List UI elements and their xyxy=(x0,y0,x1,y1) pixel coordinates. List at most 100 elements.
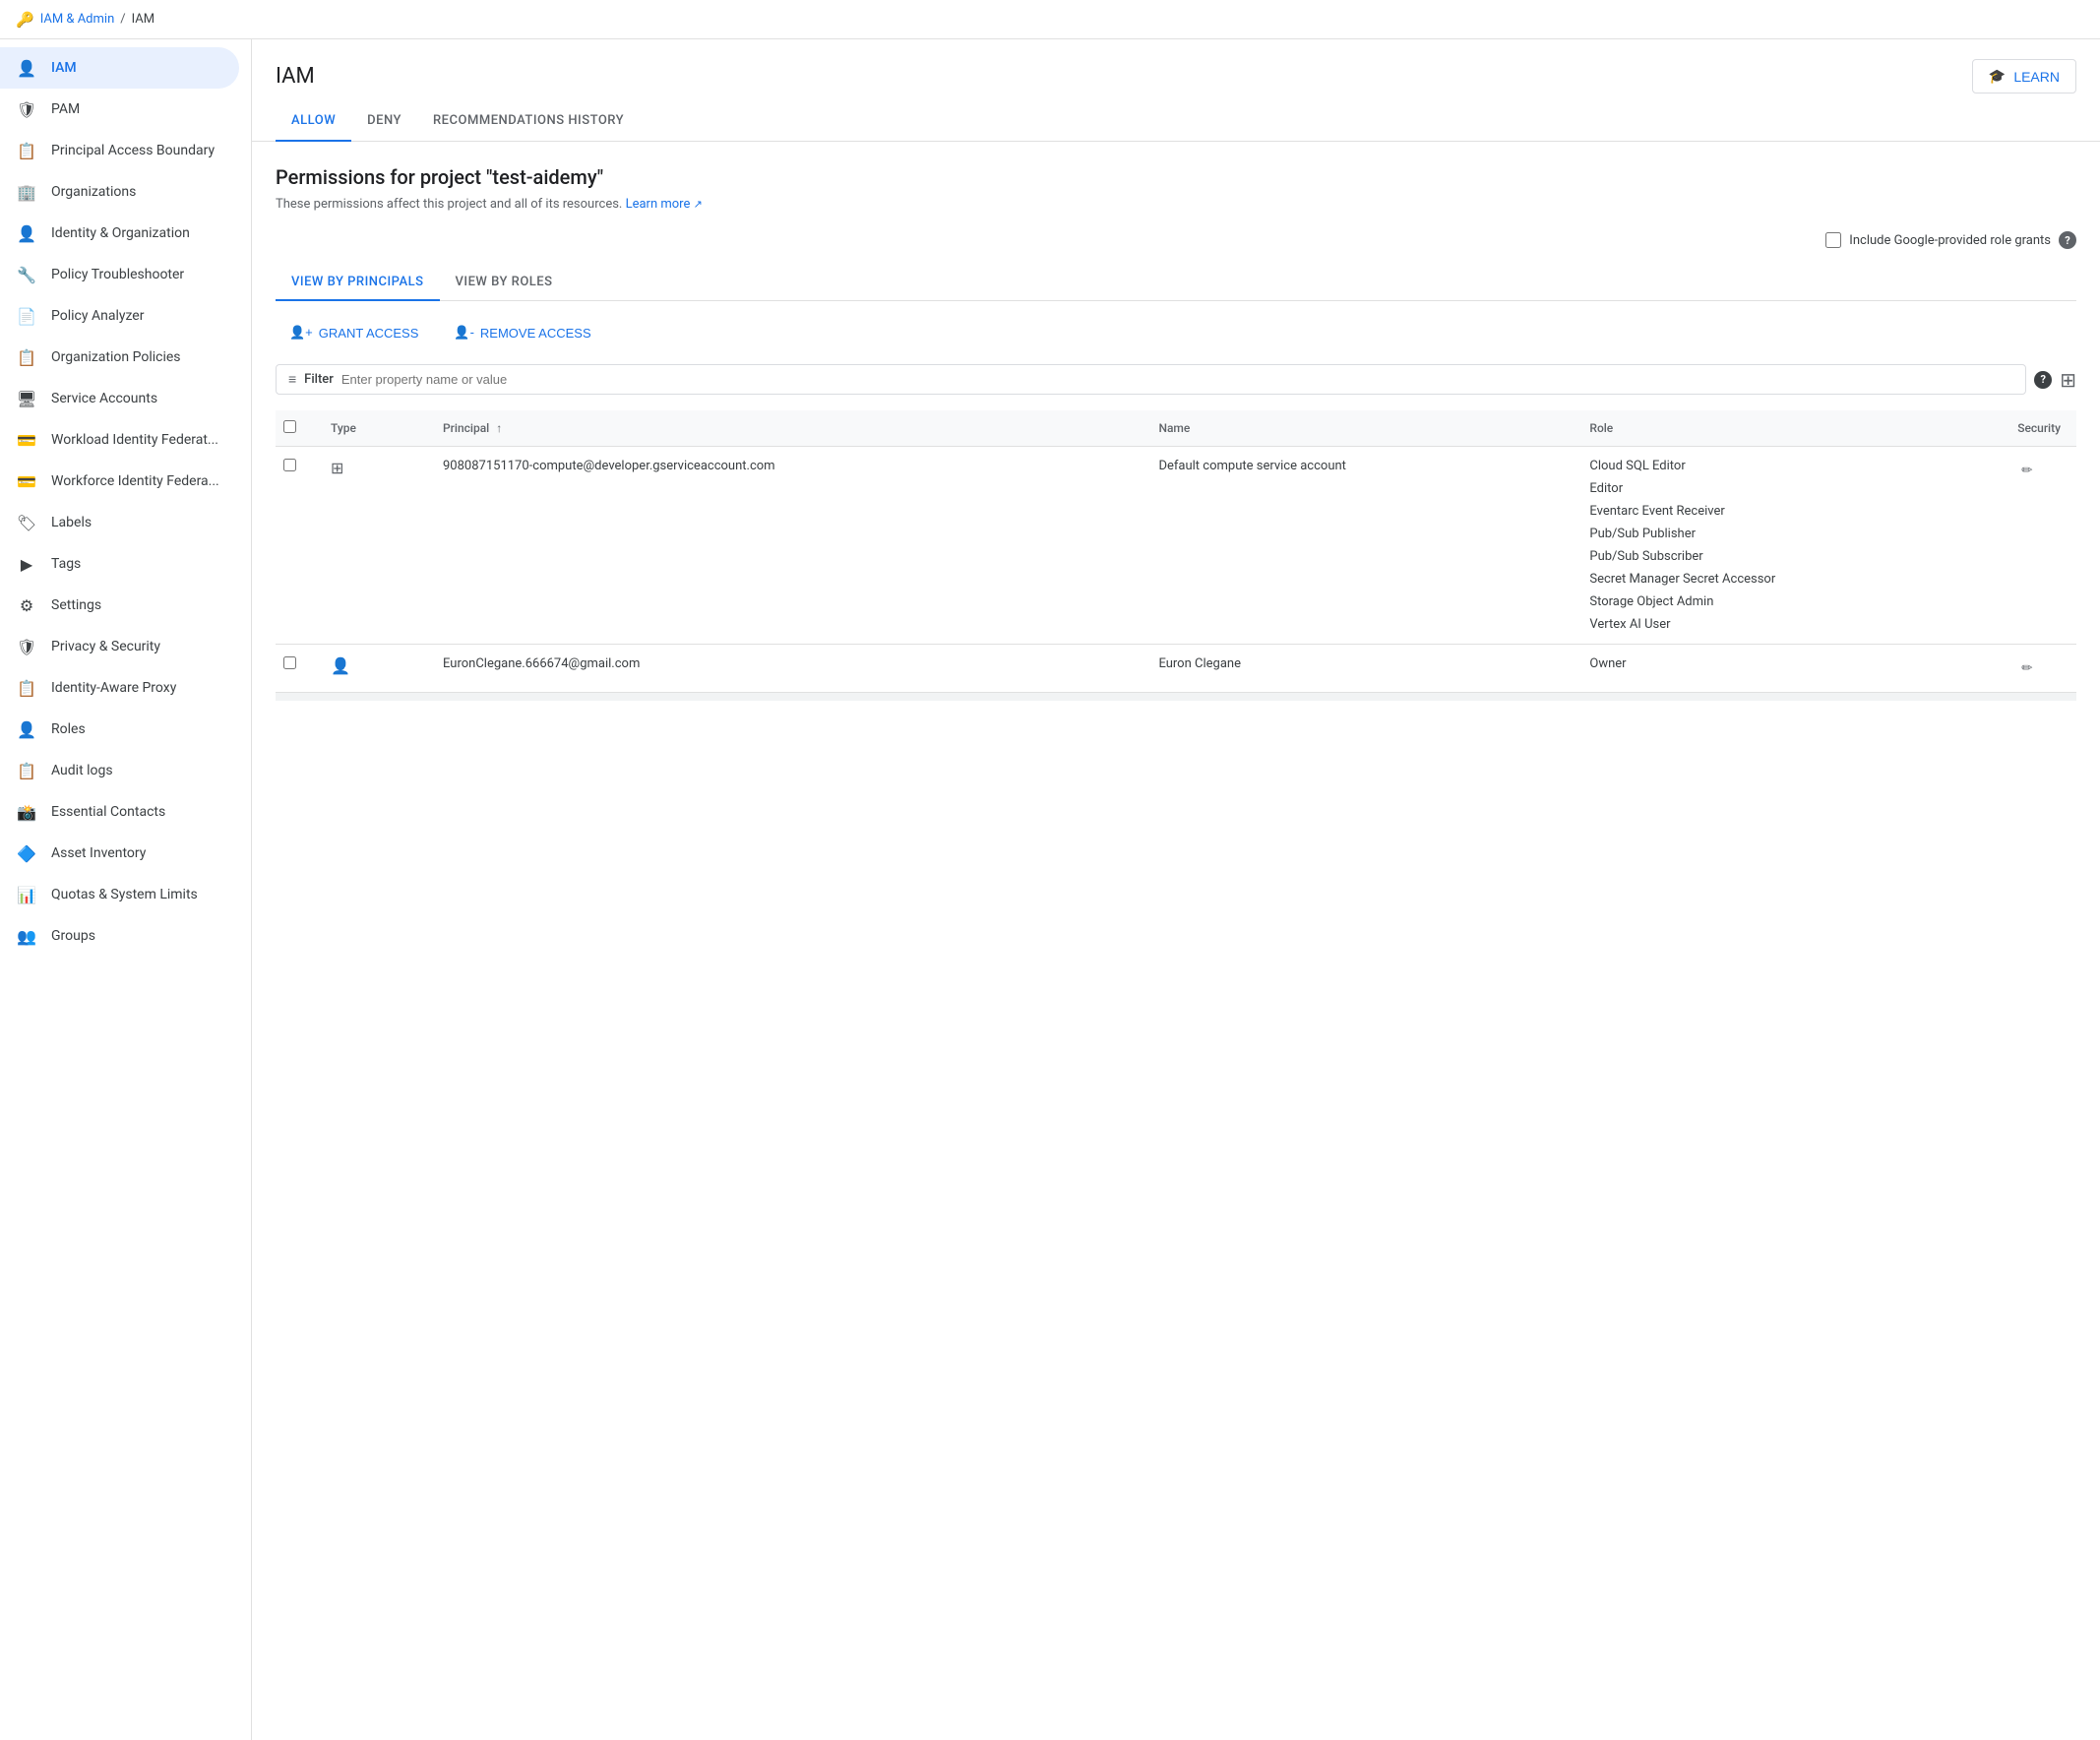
asset-inventory-icon: 🔷 xyxy=(16,842,37,864)
sidebar-item-label-principal-access-boundary: Principal Access Boundary xyxy=(51,143,215,158)
service-account-icon: ⊞ xyxy=(331,459,343,477)
include-grants-row: Include Google-provided role grants ? xyxy=(276,231,2076,249)
sidebar-item-privacy-security[interactable]: 🛡Privacy & Security xyxy=(0,626,239,667)
sidebar-item-workload-identity-federation[interactable]: 💳Workload Identity Federat... xyxy=(0,419,239,461)
sidebar-item-groups[interactable]: 👥Groups xyxy=(0,915,239,957)
sidebar-item-label-organization-policies: Organization Policies xyxy=(51,349,181,365)
sidebar-item-tags[interactable]: ▶Tags xyxy=(0,543,239,585)
sidebar-item-iam[interactable]: 👤IAM xyxy=(0,47,239,89)
content-area: Permissions for project "test-aidemy" Th… xyxy=(252,142,2100,724)
row-principal-0: 908087151170-compute@developer.gservicea… xyxy=(427,447,1143,645)
sidebar-item-label-organizations: Organizations xyxy=(51,184,136,200)
table-help-icon[interactable]: ? xyxy=(2034,371,2052,389)
principals-table: Type Principal ↑ Name Role Security ⊞908… xyxy=(276,410,2076,693)
external-link-icon: ↗ xyxy=(694,198,703,211)
breadcrumb-iam-admin[interactable]: IAM & Admin xyxy=(40,12,115,27)
sidebar-item-organizations[interactable]: 🏢Organizations xyxy=(0,171,239,213)
remove-access-button[interactable]: 👤- REMOVE ACCESS xyxy=(440,317,604,348)
filter-row: ≡ Filter xyxy=(276,364,2026,395)
include-grants-label[interactable]: Include Google-provided role grants xyxy=(1849,233,2051,248)
roles-icon: 👤 xyxy=(16,718,37,740)
sidebar-item-pam[interactable]: 🛡PAM xyxy=(0,89,239,130)
select-all-checkbox[interactable] xyxy=(283,420,296,433)
sidebar-item-roles[interactable]: 👤Roles xyxy=(0,709,239,750)
sidebar-item-label-identity-organization: Identity & Organization xyxy=(51,225,190,241)
grant-access-button[interactable]: 👤+ GRANT ACCESS xyxy=(276,317,432,348)
sidebar-item-workforce-identity-federation[interactable]: 💳Workforce Identity Federa... xyxy=(0,461,239,502)
sidebar-item-essential-contacts[interactable]: 📸Essential Contacts xyxy=(0,791,239,833)
learn-button[interactable]: 🎓 LEARN xyxy=(1972,59,2076,93)
sidebar-item-policy-analyzer[interactable]: 📄Policy Analyzer xyxy=(0,295,239,337)
tab-recommendations-history[interactable]: RECOMMENDATIONS HISTORY xyxy=(417,101,640,142)
table-scrollbar[interactable] xyxy=(276,693,2076,701)
sidebar-item-label-audit-logs: Audit logs xyxy=(51,763,113,778)
sidebar-item-asset-inventory[interactable]: 🔷Asset Inventory xyxy=(0,833,239,874)
sidebar-item-label-policy-analyzer: Policy Analyzer xyxy=(51,308,144,324)
role-item-0-0: Cloud SQL Editor xyxy=(1589,459,1986,473)
sidebar-item-policy-troubleshooter[interactable]: 🔧Policy Troubleshooter xyxy=(0,254,239,295)
row-checkbox-0[interactable] xyxy=(283,459,296,471)
breadcrumb-iam: IAM xyxy=(132,12,154,27)
sidebar-item-audit-logs[interactable]: 📋 Audit logs xyxy=(0,750,239,791)
th-type: Type xyxy=(315,410,427,447)
sidebar-item-label-groups: Groups xyxy=(51,928,95,944)
sidebar-item-identity-organization[interactable]: 👤Identity & Organization xyxy=(0,213,239,254)
sidebar-item-labels[interactable]: 🏷Labels xyxy=(0,502,239,543)
role-item-0-5: Secret Manager Secret Accessor xyxy=(1589,572,1986,587)
th-principal: Principal ↑ xyxy=(427,410,1143,447)
audit-logs-icon: 📋 xyxy=(16,760,37,781)
graduation-icon: 🎓 xyxy=(1989,68,2006,85)
row-security-0: ✏ xyxy=(2002,447,2076,645)
sidebar-item-label-identity-aware-proxy: Identity-Aware Proxy xyxy=(51,680,176,696)
breadcrumb: 🔑 IAM & Admin / IAM xyxy=(0,0,2100,39)
view-tabs: VIEW BY PRINCIPALS VIEW BY ROLES xyxy=(276,265,2076,301)
column-toggle-icon[interactable]: ⊞ xyxy=(2060,368,2076,392)
th-name: Name xyxy=(1143,410,1574,447)
edit-button-1[interactable]: ✏ xyxy=(2017,656,2036,680)
sort-icon: ↑ xyxy=(496,421,502,435)
quotas-system-limits-icon: 📊 xyxy=(16,884,37,905)
remove-access-icon: 👤- xyxy=(454,325,474,341)
help-icon[interactable]: ? xyxy=(2059,231,2076,249)
settings-icon: ⚙ xyxy=(16,594,37,616)
filter-row-wrapper: ≡ Filter ? ⊞ xyxy=(276,364,2076,395)
th-select-all xyxy=(276,410,315,447)
tab-allow[interactable]: ALLOW xyxy=(276,101,351,142)
organization-policies-icon: 📋 xyxy=(16,346,37,368)
filter-input[interactable] xyxy=(341,372,2013,387)
th-security: Security xyxy=(2002,410,2076,447)
main-content: IAM 🎓 LEARN ALLOW DENY RECOMMENDATIONS H… xyxy=(252,39,2100,1740)
sidebar-item-service-accounts[interactable]: 🖥Service Accounts xyxy=(0,378,239,419)
sidebar: 👤IAM🛡PAM📋Principal Access Boundary🏢Organ… xyxy=(0,39,252,1740)
main-tabs: ALLOW DENY RECOMMENDATIONS HISTORY xyxy=(252,101,2100,142)
breadcrumb-icon: 🔑 xyxy=(16,11,34,29)
privacy-security-icon: 🛡 xyxy=(16,636,37,657)
sidebar-item-organization-policies[interactable]: 📋 Organization Policies xyxy=(0,337,239,378)
row-type-0: ⊞ xyxy=(315,447,427,645)
include-grants-checkbox[interactable] xyxy=(1825,232,1841,248)
learn-more-link[interactable]: Learn more ↗ xyxy=(626,197,703,212)
permissions-title: Permissions for project "test-aidemy" xyxy=(276,165,2076,189)
role-item-0-4: Pub/Sub Subscriber xyxy=(1589,549,1986,564)
sidebar-item-settings[interactable]: ⚙Settings xyxy=(0,585,239,626)
tab-deny[interactable]: DENY xyxy=(351,101,417,142)
sidebar-item-label-policy-troubleshooter: Policy Troubleshooter xyxy=(51,267,184,282)
workload-identity-federation-icon: 💳 xyxy=(16,429,37,451)
role-item-0-1: Editor xyxy=(1589,481,1986,496)
tab-view-by-principals[interactable]: VIEW BY PRINCIPALS xyxy=(276,265,440,301)
filter-icon: ≡ xyxy=(288,371,296,388)
sidebar-item-identity-aware-proxy[interactable]: 📋Identity-Aware Proxy xyxy=(0,667,239,709)
row-name-1: Euron Clegane xyxy=(1143,645,1574,693)
sidebar-item-label-labels: Labels xyxy=(51,515,92,530)
tab-view-by-roles[interactable]: VIEW BY ROLES xyxy=(440,265,569,301)
role-item-0-7: Vertex AI User xyxy=(1589,617,1986,632)
main-header: IAM 🎓 LEARN xyxy=(252,39,2100,101)
row-checkbox-1[interactable] xyxy=(283,656,296,669)
table-row: 👤EuronClegane.666674@gmail.comEuron Cleg… xyxy=(276,645,2076,693)
edit-button-0[interactable]: ✏ xyxy=(2017,459,2036,482)
sidebar-item-quotas-system-limits[interactable]: 📊Quotas & System Limits xyxy=(0,874,239,915)
sidebar-item-principal-access-boundary[interactable]: 📋Principal Access Boundary xyxy=(0,130,239,171)
tags-icon: ▶ xyxy=(16,553,37,575)
essential-contacts-icon: 📸 xyxy=(16,801,37,823)
row-principal-1: EuronClegane.666674@gmail.com xyxy=(427,645,1143,693)
